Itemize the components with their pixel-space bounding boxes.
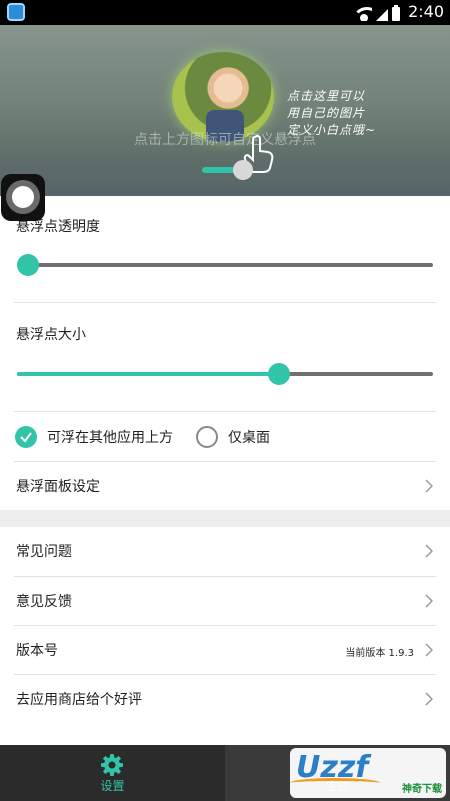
watermark-badge: 神奇下载 (402, 784, 442, 795)
opacity-slider[interactable] (17, 254, 433, 276)
faq-label: 常见问题 (16, 544, 72, 560)
header-note-line: 点击这里可以 (287, 89, 366, 103)
header-note-line: 用自己的图片 (287, 106, 366, 120)
radio-above-apps[interactable]: 可浮在其他应用上方 (15, 422, 173, 452)
settings-panel: 悬浮点透明度 悬浮点大小 可浮在其他应用上方 仅桌面 悬浮面板设定 常见问题 意… (0, 196, 450, 745)
divider (14, 411, 436, 412)
feedback-row[interactable]: 意见反馈 (0, 577, 450, 625)
slider-track (17, 263, 433, 267)
gear-icon (101, 754, 123, 776)
radio-desktop-only-label: 仅桌面 (228, 430, 270, 446)
header-banner: 点击这里可以 用自己的图片 定义小白点哦~ 点击上方图标可自定义悬浮点 (0, 25, 450, 196)
watermark-swoosh (290, 778, 380, 788)
status-icons (356, 4, 400, 21)
slider-fill (17, 372, 280, 376)
float-mode-radio-group: 可浮在其他应用上方 仅桌面 (0, 422, 450, 452)
status-time: 2:40 (408, 2, 444, 21)
site-watermark: Uzzf 神奇下载 (290, 748, 446, 798)
slider-thumb[interactable] (17, 254, 39, 276)
chevron-right-icon (425, 643, 433, 657)
tab-settings[interactable]: 设置 (0, 745, 225, 801)
app-notification-icon (7, 3, 25, 21)
radio-unchecked-icon (196, 426, 218, 448)
header-hint: 点击上方图标可自定义悬浮点 (134, 132, 316, 148)
version-value: 当前版本 1.9.3 (345, 648, 414, 659)
version-row[interactable]: 版本号 当前版本 1.9.3 (0, 626, 450, 674)
faq-row[interactable]: 常见问题 (0, 527, 450, 575)
version-label: 版本号 (16, 643, 58, 659)
header-toggle-switch[interactable] (202, 160, 256, 180)
panel-settings-row[interactable]: 悬浮面板设定 (0, 462, 450, 510)
radio-desktop-only[interactable]: 仅桌面 (196, 422, 270, 452)
chevron-right-icon (425, 594, 433, 608)
floating-ball-core (12, 186, 34, 208)
panel-settings-label: 悬浮面板设定 (16, 479, 100, 495)
floating-ball-button[interactable] (1, 174, 45, 221)
feedback-label: 意见反馈 (16, 594, 72, 610)
radio-above-apps-label: 可浮在其他应用上方 (47, 430, 173, 446)
tab-settings-label: 设置 (100, 779, 125, 793)
radio-checked-icon (15, 426, 37, 448)
toggle-thumb (233, 160, 253, 180)
rate-app-row[interactable]: 去应用商店给个好评 (0, 675, 450, 723)
signal-icon (376, 9, 388, 21)
slider-thumb[interactable] (268, 363, 291, 385)
chevron-right-icon (425, 479, 433, 493)
wifi-icon (356, 7, 372, 21)
section-gap (0, 510, 450, 527)
battery-icon (392, 5, 400, 21)
chevron-right-icon (425, 544, 433, 558)
status-bar: 2:40 (0, 0, 450, 25)
size-slider[interactable] (17, 363, 433, 385)
chevron-right-icon (425, 692, 433, 706)
rate-app-label: 去应用商店给个好评 (16, 692, 142, 708)
size-label: 悬浮点大小 (16, 327, 86, 343)
divider (14, 302, 436, 303)
